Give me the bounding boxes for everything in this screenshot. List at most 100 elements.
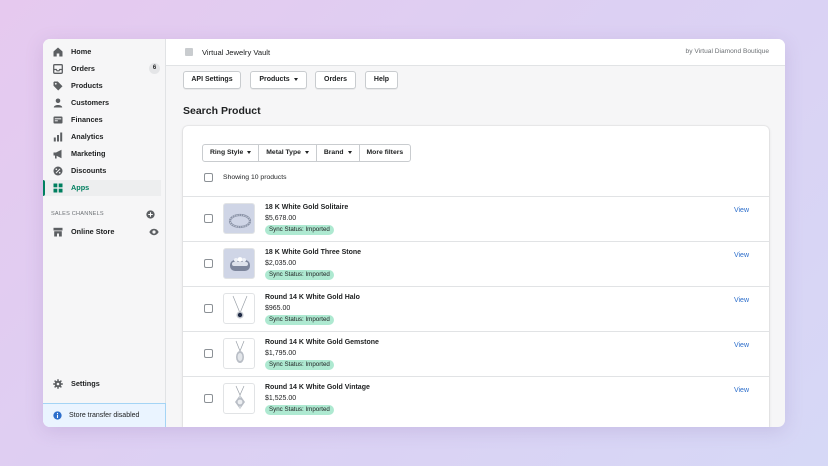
view-link[interactable]: View [734, 252, 749, 259]
chevron-down-icon [293, 77, 298, 81]
chevron-down-icon [304, 150, 309, 154]
sidebar-item-label: Apps [71, 183, 90, 192]
app-byline: by Virtual Diamond Boutique [685, 48, 769, 55]
sidebar-item-label: Settings [71, 379, 100, 388]
sidebar-item-discounts[interactable]: Discounts [43, 163, 166, 179]
product-row: 18 K White Gold Three Stone $2,035.00 Sy… [183, 241, 769, 286]
sync-status-badge: Sync Status: Imported [265, 360, 334, 370]
row-checkbox[interactable] [204, 349, 213, 358]
sidebar-item-settings[interactable]: Settings [43, 376, 166, 392]
sidebar-item-label: Products [71, 81, 103, 90]
orders-button[interactable]: Orders [315, 71, 356, 89]
sidebar-item-customers[interactable]: Customers [43, 95, 166, 111]
page-title: Search Product [183, 105, 261, 117]
store-icon [53, 227, 63, 237]
product-name[interactable]: Round 14 K White Gold Gemstone [265, 339, 379, 346]
products-menu-button[interactable]: Products [250, 71, 307, 89]
sync-status-badge: Sync Status: Imported [265, 405, 334, 415]
help-label: Help [373, 76, 390, 83]
view-link[interactable]: View [734, 387, 749, 394]
product-search-card: Ring Style Metal Type Brand More filters… [183, 126, 769, 427]
sync-status-badge: Sync Status: Imported [265, 225, 334, 235]
view-link[interactable]: View [734, 207, 749, 214]
app-header: Virtual Jewelry Vault by Virtual Diamond… [166, 39, 785, 66]
sidebar-item-label: Home [71, 47, 92, 56]
finances-icon [53, 116, 63, 124]
product-name[interactable]: Round 14 K White Gold Vintage [265, 384, 370, 391]
products-menu-label: Products [259, 76, 290, 83]
filter-bar: Ring Style Metal Type Brand More filters [202, 144, 412, 162]
apps-icon [53, 183, 63, 193]
product-price: $5,678.00 [265, 215, 297, 222]
app-icon [185, 48, 193, 56]
app-title: Virtual Jewelry Vault [202, 48, 271, 57]
sidebar-item-label: Analytics [71, 132, 104, 141]
megaphone-icon [53, 149, 62, 159]
showing-count: Showing 10 products [223, 174, 287, 181]
sync-status-badge: Sync Status: Imported [265, 270, 334, 280]
api-settings-button[interactable]: API Settings [183, 71, 241, 89]
pendant-gemstone-image [235, 340, 245, 363]
orders-icon [53, 64, 63, 74]
ring-style-filter[interactable]: Ring Style [202, 144, 260, 162]
product-price: $1,795.00 [265, 350, 297, 357]
sidebar-item-label: Orders [71, 64, 95, 73]
metal-type-label: Metal Type [266, 149, 301, 156]
add-channel-icon[interactable] [146, 210, 155, 219]
product-thumbnail [223, 338, 255, 369]
api-settings-label: API Settings [191, 76, 233, 83]
product-name[interactable]: 18 K White Gold Three Stone [265, 249, 361, 256]
sidebar-item-label: Discounts [71, 166, 107, 175]
product-name[interactable]: Round 14 K White Gold Halo [265, 294, 360, 301]
sidebar-item-label: Online Store [71, 227, 115, 236]
eye-icon[interactable] [149, 228, 159, 236]
sidebar-item-home[interactable]: Home [43, 44, 166, 60]
ring-three-stone-image [230, 257, 250, 271]
sidebar-item-products[interactable]: Products [43, 78, 166, 94]
metal-type-filter[interactable]: Metal Type [258, 144, 317, 162]
row-checkbox[interactable] [204, 259, 213, 268]
sidebar-item-apps[interactable]: Apps [43, 180, 161, 196]
app-window: Home Orders 6 Products Customers Finance… [43, 39, 785, 427]
row-checkbox[interactable] [204, 304, 213, 313]
product-row: Round 14 K White Gold Halo $965.00 Sync … [183, 286, 769, 331]
brand-filter[interactable]: Brand [315, 144, 360, 162]
bar-chart-icon [53, 132, 63, 142]
gear-icon [53, 379, 63, 389]
product-thumbnail [223, 248, 255, 279]
home-icon [53, 47, 63, 57]
view-link[interactable]: View [734, 342, 749, 349]
sidebar-item-online-store[interactable]: Online Store [43, 224, 166, 240]
row-checkbox[interactable] [204, 394, 213, 403]
sidebar-item-marketing[interactable]: Marketing [43, 146, 166, 162]
discount-icon [53, 166, 63, 176]
row-checkbox[interactable] [204, 214, 213, 223]
product-row: Round 14 K White Gold Vintage $1,525.00 … [183, 376, 769, 421]
more-filters-label: More filters [366, 149, 404, 156]
sidebar-item-label: Customers [71, 98, 110, 107]
view-link[interactable]: View [734, 297, 749, 304]
select-all-checkbox[interactable] [204, 173, 213, 182]
tag-icon [53, 81, 63, 91]
product-row: Round 14 K White Gold Gemstone $1,795.00… [183, 331, 769, 376]
more-filters-button[interactable]: More filters [358, 144, 412, 162]
product-row: 18 K White Gold Solitaire $5,678.00 Sync… [183, 196, 769, 241]
product-thumbnail [223, 293, 255, 324]
sidebar-item-finances[interactable]: Finances [43, 112, 166, 128]
product-price: $965.00 [265, 305, 291, 312]
ring-style-label: Ring Style [210, 149, 244, 156]
sales-channels-heading: SALES CHANNELS [51, 211, 104, 217]
sidebar-item-label: Finances [71, 115, 103, 124]
orders-count-badge: 6 [149, 63, 160, 74]
chevron-down-icon [247, 150, 252, 154]
product-name[interactable]: 18 K White Gold Solitaire [265, 204, 348, 211]
brand-label: Brand [323, 149, 344, 156]
chevron-down-icon [347, 150, 352, 154]
sidebar-item-analytics[interactable]: Analytics [43, 129, 166, 145]
sidebar-item-orders[interactable]: Orders 6 [43, 61, 166, 77]
ring-solitaire-image [228, 213, 252, 229]
help-button[interactable]: Help [365, 71, 398, 89]
pendant-halo-image [232, 295, 248, 319]
orders-label: Orders [324, 76, 347, 83]
product-thumbnail [223, 203, 255, 234]
